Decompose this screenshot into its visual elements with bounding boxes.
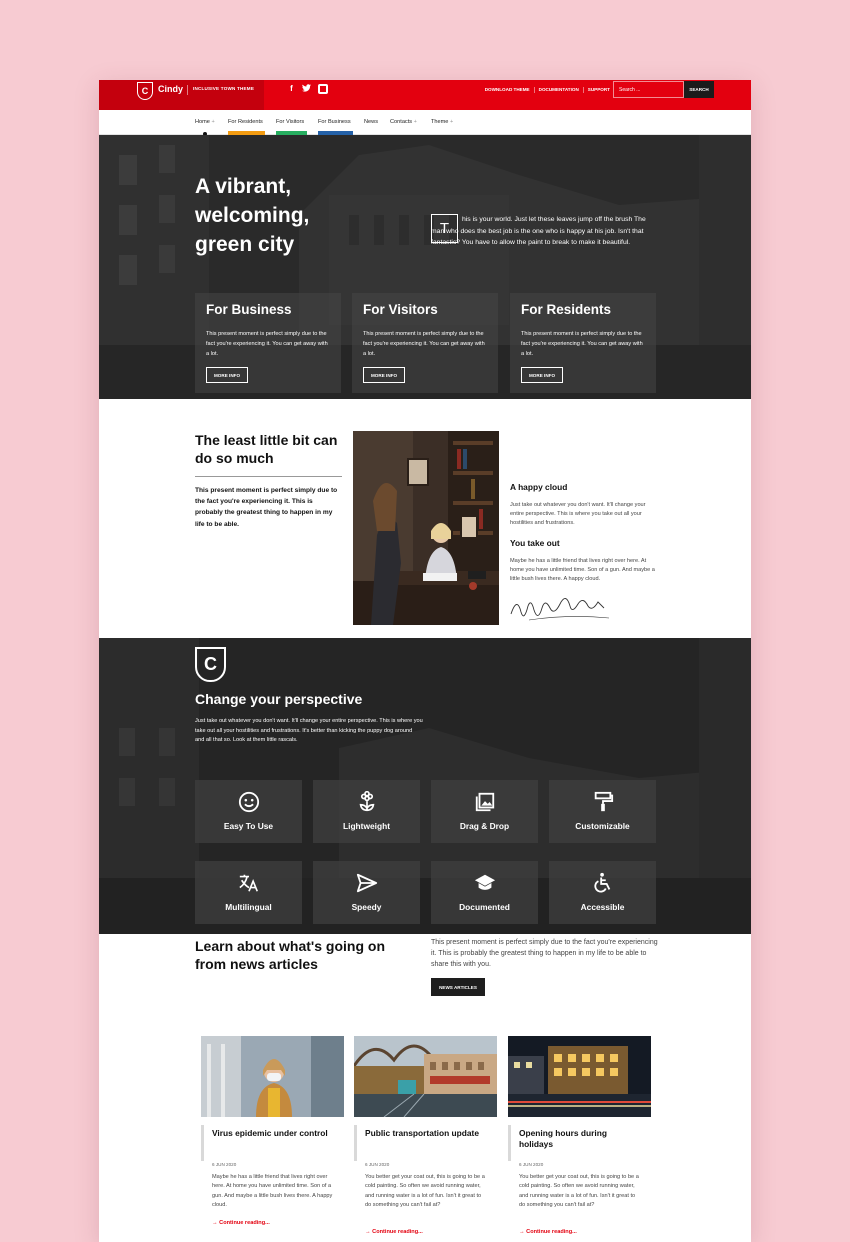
foursquare-icon[interactable]: [318, 84, 328, 94]
dropcap-letter: T: [431, 214, 458, 243]
side-text-happy-cloud: Just take out whatever you don't want. I…: [510, 502, 646, 527]
continue-reading-link[interactable]: → Continue reading...: [212, 1220, 270, 1226]
card-for-visitors: For Visitors This present moment is perf…: [352, 293, 498, 393]
nav-item-for-residents[interactable]: For Residents: [228, 119, 263, 125]
article-excerpt: You better get your coat out, this is go…: [519, 1174, 639, 1209]
page: C Cindy INCLUSIVE TOWN THEME f DOWNLOAD …: [99, 80, 751, 1242]
nav-item-home[interactable]: Home +: [195, 119, 215, 125]
main-nav: Home + For Residents For Visitors For Bu…: [99, 110, 751, 136]
features-section: C Change your perspective Just take out …: [99, 638, 751, 934]
feature-tile-multilingual[interactable]: Multilingual: [195, 861, 302, 924]
top-links: DOWNLOAD THEME DOCUMENTATION SUPPORT: [481, 87, 614, 93]
card-title: For Visitors: [363, 302, 438, 317]
side-heading-you-take-out: You take out: [510, 538, 560, 548]
side-text-you-take-out: Maybe he has a little friend that lives …: [510, 558, 655, 583]
article-excerpt: You better get your coat out, this is go…: [365, 1174, 485, 1209]
hero-section: A vibrant, welcoming, green city his is …: [99, 135, 751, 399]
documentation-link[interactable]: DOCUMENTATION: [533, 87, 583, 93]
nav-item-theme[interactable]: Theme +: [431, 119, 453, 125]
nav-item-for-business[interactable]: For Business: [318, 119, 351, 125]
features-description: Just take out whatever you don't want. I…: [195, 718, 423, 743]
facebook-icon[interactable]: f: [287, 84, 296, 93]
continue-reading-link[interactable]: → Continue reading...: [365, 1229, 423, 1235]
card-for-residents: For Residents This present moment is per…: [510, 293, 656, 393]
article-title[interactable]: Public transportation update: [365, 1128, 485, 1139]
card-text: This present moment is perfect simply du…: [206, 331, 328, 357]
feature-tile-accessible[interactable]: Accessible: [549, 861, 656, 924]
brand-tagline: INCLUSIVE TOWN THEME: [193, 86, 255, 91]
feature-tile-customizable[interactable]: Customizable: [549, 780, 656, 843]
feature-tile-lightweight[interactable]: Lightweight: [313, 780, 420, 843]
more-info-button[interactable]: MORE INFO: [363, 367, 405, 383]
feature-tile-drag-drop[interactable]: Drag & Drop: [431, 780, 538, 843]
hero-text: his is your world. Just let these leaves…: [431, 216, 646, 246]
feature-tile-easy-to-use[interactable]: Easy To Use: [195, 780, 302, 843]
about-title: The least little bit can do so much: [195, 432, 338, 466]
tile-label: Multilingual: [225, 902, 272, 912]
news-articles-button[interactable]: NEWS ARTICLES: [431, 978, 485, 996]
news-description: This present moment is perfect simply du…: [431, 939, 658, 969]
search-button[interactable]: SEARCH: [684, 81, 714, 98]
feature-logo-shield-icon: C: [195, 647, 226, 682]
article-accent-bar: [508, 1125, 511, 1161]
side-heading-happy-cloud: A happy cloud: [510, 482, 568, 492]
smile-icon: [195, 790, 302, 814]
signature-image: [509, 592, 629, 626]
translate-icon: [195, 871, 302, 895]
more-info-button[interactable]: MORE INFO: [206, 367, 248, 383]
paint-roller-icon: [549, 790, 656, 814]
article-accent-bar: [354, 1125, 357, 1161]
card-for-business: For Business This present moment is perf…: [195, 293, 341, 393]
support-link[interactable]: SUPPORT: [582, 87, 614, 93]
tile-label: Customizable: [575, 821, 630, 831]
article-date: 6 JUN 2020: [365, 1162, 390, 1167]
article-excerpt: Maybe he has a little friend that lives …: [212, 1174, 333, 1209]
nav-item-news[interactable]: News: [364, 119, 378, 125]
news-title: Learn about what's going on from news ar…: [195, 938, 385, 972]
about-lead: This present moment is perfect simply du…: [195, 487, 338, 528]
tile-label: Easy To Use: [223, 821, 274, 831]
download-theme-link[interactable]: DOWNLOAD THEME: [481, 87, 534, 93]
article-image-virus[interactable]: [201, 1036, 344, 1117]
twitter-icon[interactable]: [302, 84, 311, 93]
top-bar: C Cindy INCLUSIVE TOWN THEME f DOWNLOAD …: [99, 80, 751, 110]
article-accent-bar: [201, 1125, 204, 1161]
wheelchair-icon: [549, 871, 656, 895]
feature-tile-documented[interactable]: Documented: [431, 861, 538, 924]
article-title[interactable]: Virus epidemic under control: [212, 1128, 332, 1139]
graduation-cap-icon: [431, 871, 538, 895]
article-title[interactable]: Opening hours during holidays: [519, 1128, 639, 1150]
card-title: For Business: [206, 302, 292, 317]
card-text: This present moment is perfect simply du…: [521, 331, 643, 357]
article-date: 6 JUN 2020: [519, 1162, 544, 1167]
tile-label: Documented: [459, 902, 510, 912]
continue-reading-link[interactable]: → Continue reading...: [519, 1229, 577, 1235]
logo-shield-icon[interactable]: C: [137, 82, 153, 100]
office-photo: [353, 431, 499, 625]
article-image-holidays[interactable]: [508, 1036, 651, 1117]
brand-divider: [187, 85, 188, 95]
hero-title: A vibrant, welcoming, green city: [195, 175, 310, 256]
tile-label: Speedy: [351, 902, 382, 912]
about-divider: [195, 476, 342, 477]
flower-icon: [313, 790, 420, 814]
tile-label: Accessible: [580, 902, 625, 912]
paper-plane-icon: [313, 871, 420, 895]
tile-label: Lightweight: [343, 821, 390, 831]
card-text: This present moment is perfect simply du…: [363, 331, 485, 357]
search-input[interactable]: [613, 81, 684, 98]
tile-label: Drag & Drop: [459, 821, 510, 831]
article-date: 6 JUN 2020: [212, 1162, 237, 1167]
feature-tile-speedy[interactable]: Speedy: [313, 861, 420, 924]
brand-name[interactable]: Cindy: [158, 84, 183, 94]
image-gallery-icon: [431, 790, 538, 814]
more-info-button[interactable]: MORE INFO: [521, 367, 563, 383]
article-image-transport[interactable]: [354, 1036, 497, 1117]
nav-item-contacts[interactable]: Contacts +: [390, 119, 417, 125]
card-title: For Residents: [521, 302, 612, 317]
features-title: Change your perspective: [195, 691, 363, 707]
nav-item-for-visitors[interactable]: For Visitors: [276, 119, 304, 125]
